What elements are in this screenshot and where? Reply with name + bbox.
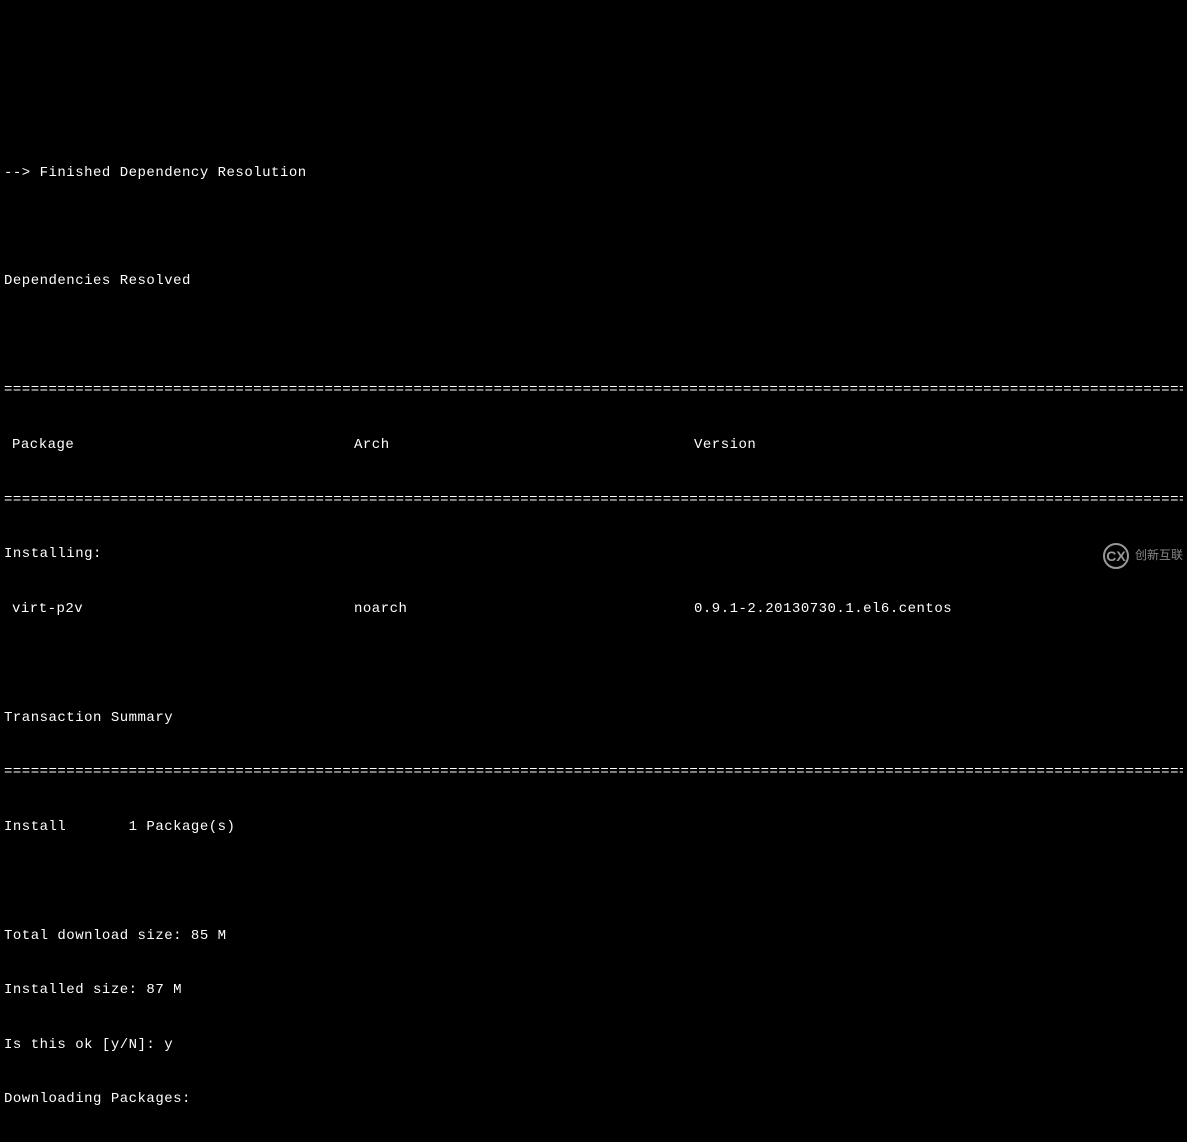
- downloading-label: Downloading Packages:: [4, 1090, 1183, 1108]
- output-line: [4, 327, 1183, 345]
- cell-arch: noarch: [354, 600, 694, 618]
- output-line: [4, 654, 1183, 672]
- terminal-output[interactable]: --> Finished Dependency Resolution Depen…: [0, 73, 1187, 1142]
- watermark-text: 创新互联: [1135, 548, 1183, 564]
- output-line: --> Finished Dependency Resolution: [4, 164, 1183, 182]
- download-size: Total download size: 85 M: [4, 927, 1183, 945]
- col-header-arch: Arch: [354, 436, 694, 454]
- tx-summary-label: Transaction Summary: [4, 709, 1183, 727]
- installing-label: Installing:: [4, 545, 1183, 563]
- cell-version: 0.9.1-2.20130730.1.el6.centos: [694, 600, 1183, 618]
- table-row: virt-p2v noarch 0.9.1-2.20130730.1.el6.c…: [4, 600, 1183, 618]
- watermark-logo-icon: CX: [1103, 543, 1129, 569]
- watermark: CX 创新互联: [1103, 543, 1183, 569]
- output-line: [4, 109, 1183, 127]
- col-header-version: Version: [694, 436, 1183, 454]
- confirm-prompt: Is this ok [y/N]: y: [4, 1036, 1183, 1054]
- output-line: [4, 218, 1183, 236]
- output-line: Dependencies Resolved: [4, 272, 1183, 290]
- cell-package: virt-p2v: [4, 600, 354, 618]
- output-line: [4, 872, 1183, 890]
- install-count: Install 1 Package(s): [4, 818, 1183, 836]
- divider-line: ========================================…: [4, 491, 1183, 509]
- table-header-row: Package Arch Version: [4, 436, 1183, 454]
- col-header-package: Package: [4, 436, 354, 454]
- divider-line: ========================================…: [4, 763, 1183, 781]
- installed-size: Installed size: 87 M: [4, 981, 1183, 999]
- divider-line: ========================================…: [4, 381, 1183, 399]
